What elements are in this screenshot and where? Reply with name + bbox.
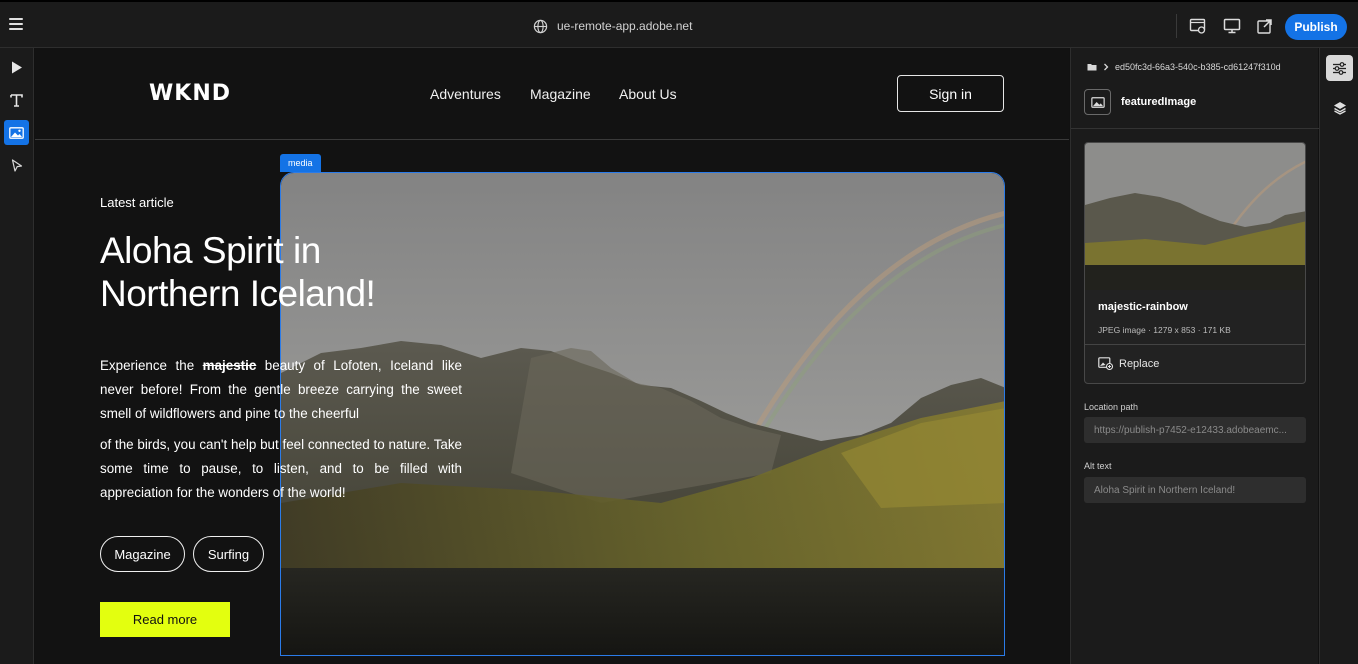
- url-text: ue-remote-app.adobe.net: [557, 19, 693, 33]
- nav-about-us[interactable]: About Us: [619, 86, 677, 102]
- preview-mode-button[interactable]: [4, 55, 29, 80]
- asset-name: majestic-rainbow: [1098, 301, 1188, 313]
- nav-adventures[interactable]: Adventures: [430, 86, 501, 102]
- properties-icon: [1333, 61, 1346, 75]
- site-header: WKND Adventures Magazine About Us Sign i…: [35, 48, 1069, 140]
- paragraph-text: Experience the: [100, 358, 203, 373]
- text-tool-button[interactable]: [4, 88, 29, 113]
- divider: [1176, 14, 1177, 38]
- site-logo[interactable]: WKND: [149, 81, 231, 106]
- page-canvas: WKND Adventures Magazine About Us Sign i…: [35, 48, 1069, 664]
- address-bar: ue-remote-app.adobe.net: [533, 16, 692, 36]
- read-more-button[interactable]: Read more: [100, 602, 230, 637]
- nav-magazine[interactable]: Magazine: [530, 86, 591, 102]
- layers-icon: [1333, 102, 1346, 115]
- asset-thumbnail[interactable]: [1085, 143, 1306, 290]
- asset-card: majestic-rainbow JPEG image · 1279 x 853…: [1084, 142, 1306, 384]
- breadcrumb[interactable]: ed50fc3d-66a3-540c-b385-cd61247f310d: [1087, 62, 1281, 72]
- component-name: featuredImage: [1121, 96, 1197, 108]
- chevron-right-icon: [1104, 63, 1109, 71]
- image-tool-button[interactable]: [4, 120, 29, 145]
- play-icon: [11, 61, 22, 74]
- layers-button[interactable]: [1326, 95, 1353, 121]
- alt-text-field[interactable]: [1084, 477, 1306, 503]
- open-external-icon[interactable]: [1256, 17, 1274, 35]
- sign-in-button[interactable]: Sign in: [897, 75, 1004, 112]
- pointer-icon: [11, 159, 22, 172]
- select-tool-button[interactable]: [4, 153, 29, 178]
- left-tool-rail: [0, 48, 34, 664]
- replace-label: Replace: [1119, 357, 1160, 370]
- article-paragraph-1[interactable]: Experience the majestic beauty of Lofote…: [100, 354, 462, 426]
- latest-article-label: Latest article: [100, 195, 174, 210]
- location-path-label: Location path: [1084, 402, 1139, 412]
- hamburger-menu-icon[interactable]: [9, 18, 23, 30]
- asset-meta: JPEG image · 1279 x 853 · 171 KB: [1098, 325, 1231, 335]
- alt-text-label: Alt text: [1084, 461, 1112, 471]
- properties-button[interactable]: [1326, 55, 1353, 81]
- location-path-field[interactable]: [1084, 417, 1306, 443]
- preview-settings-icon[interactable]: [1189, 17, 1207, 35]
- divider: [1071, 128, 1319, 129]
- media-component-tag: media: [280, 154, 321, 172]
- component-header: featuredImage: [1084, 89, 1196, 115]
- publish-button[interactable]: Publish: [1285, 14, 1347, 40]
- article-paragraph-2[interactable]: of the birds, you can't help but feel co…: [100, 433, 462, 505]
- image-icon: [9, 126, 24, 139]
- image-icon: [1084, 89, 1111, 115]
- divider: [1085, 344, 1305, 345]
- text-icon: [10, 94, 23, 107]
- tag-magazine[interactable]: Magazine: [100, 536, 185, 572]
- globe-icon: [533, 19, 548, 33]
- tag-surfing[interactable]: Surfing: [193, 536, 264, 572]
- right-panel-rail: [1319, 48, 1358, 664]
- strikethrough-text: majestic: [202, 358, 257, 373]
- folder-icon: [1087, 64, 1097, 71]
- replace-button[interactable]: Replace: [1098, 357, 1159, 370]
- properties-panel: ed50fc3d-66a3-540c-b385-cd61247f310d fea…: [1070, 48, 1319, 664]
- desktop-icon[interactable]: [1223, 17, 1241, 35]
- article-headline[interactable]: Aloha Spirit in Northern Iceland!: [100, 229, 460, 315]
- replace-image-icon: [1098, 357, 1113, 370]
- breadcrumb-id: ed50fc3d-66a3-540c-b385-cd61247f310d: [1115, 62, 1281, 72]
- top-bar: ue-remote-app.adobe.net Publish: [0, 0, 1358, 48]
